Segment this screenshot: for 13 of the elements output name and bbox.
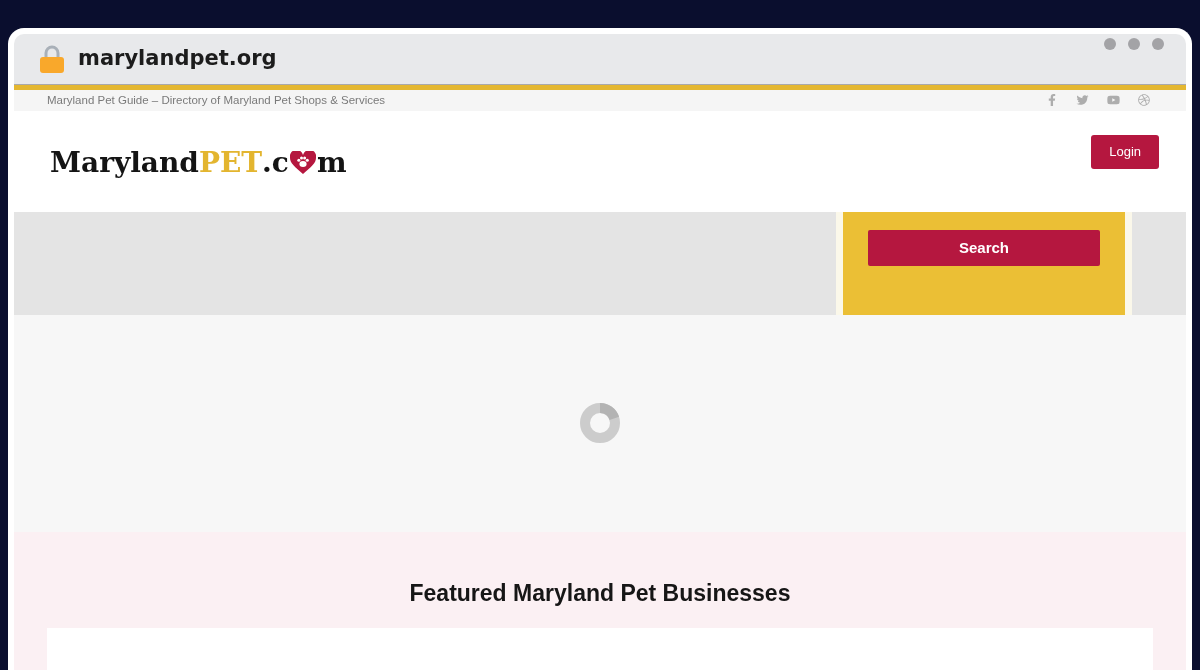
site-logo[interactable]: MarylandPET.c m — [50, 149, 347, 178]
youtube-icon[interactable] — [1107, 94, 1120, 107]
dribbble-icon[interactable] — [1138, 94, 1150, 107]
section-heading: Featured Maryland Pet Businesses — [409, 578, 791, 608]
url-text: marylandpet.org — [78, 45, 277, 73]
facebook-icon[interactable] — [1046, 94, 1058, 107]
site-tagline: Maryland Pet Guide – Directory of Maryland Pet Shops & Services — [47, 92, 386, 108]
heart-paw-icon — [289, 151, 316, 176]
search-button[interactable]: Search — [868, 229, 1100, 266]
loading-spinner-icon — [580, 403, 620, 443]
login-button[interactable]: Login — [1091, 135, 1159, 170]
twitter-icon[interactable] — [1076, 94, 1089, 107]
lock-icon — [40, 45, 64, 73]
